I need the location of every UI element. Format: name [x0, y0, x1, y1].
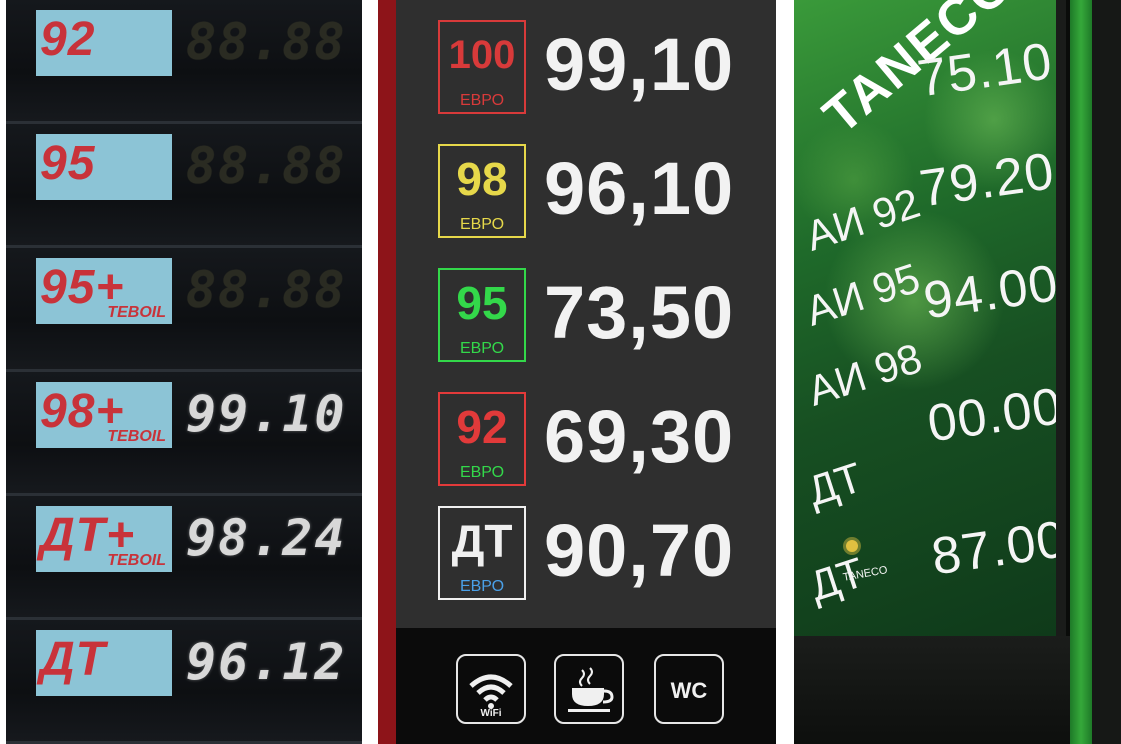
fuel-row-98: 98 ЕВРО 96,10	[396, 134, 776, 258]
fuel-row-100: 100 ЕВРО 99,10	[396, 10, 776, 134]
wc-icon: WC	[654, 654, 724, 724]
fuel-row-95: 95 ЕВРО 73,50	[396, 258, 776, 382]
fuel-grade: ДТ	[451, 515, 513, 567]
fuel-badge: 95 ЕВРО	[438, 268, 526, 362]
fuel-grade: 95	[456, 277, 508, 329]
fuel-price-dt-taneco: 87.00	[928, 510, 1071, 587]
fuel-label: 92	[36, 10, 172, 76]
fuel-price: 98.24	[186, 509, 347, 567]
coffee-cup-icon	[554, 654, 624, 724]
fuel-row-95: 95 88.88	[6, 124, 362, 248]
fuel-grade-ai95: АИ 95	[800, 253, 926, 335]
fuel-badge: 92 ЕВРО	[438, 392, 526, 486]
fuel-row-95-plus: 95+ TEBOIL 88.88	[6, 248, 362, 372]
screen-frame	[1056, 0, 1066, 744]
fuel-badge: 98 ЕВРО	[438, 144, 526, 238]
red-side-bar	[378, 0, 396, 744]
evro-label: ЕВРО	[459, 92, 505, 109]
brand-sublabel: TEBOIL	[107, 552, 166, 569]
fuel-row-92: 92 88.88	[6, 0, 362, 124]
coffee-cup-symbol	[568, 667, 614, 712]
fuel-price: 99,10	[544, 23, 735, 106]
fuel-row-92: 92 ЕВРО 69,30	[396, 382, 776, 506]
wifi-icon: WiFi	[456, 654, 526, 724]
fuel-badge: 100 ЕВРО	[438, 20, 526, 114]
fuel-label: ДТ+ TEBOIL	[36, 506, 172, 572]
fuel-label: 95+ TEBOIL	[36, 258, 172, 324]
fuel-grade: ДТ	[40, 633, 106, 686]
fuel-grade-ai98: АИ 98	[802, 333, 928, 415]
fuel-price: 88.88	[186, 137, 347, 195]
evro-label: ЕВРО	[459, 216, 505, 233]
evro-label: ЕВРО	[459, 340, 505, 357]
fuel-grade: 92	[40, 13, 96, 66]
fuel-price: 96,10	[544, 147, 735, 230]
evro-label: ЕВРО	[459, 578, 505, 595]
fuel-badge: ДТ ЕВРО	[438, 506, 526, 600]
taneco-price-board: TANECO АИ 92 75.10 АИ 95 79.20 АИ 98 94.…	[794, 0, 1121, 744]
pylon-edge	[1092, 0, 1121, 744]
green-screen: TANECO АИ 92 75.10 АИ 95 79.20 АИ 98 94.…	[794, 0, 1070, 636]
fuel-price: 73,50	[544, 271, 735, 354]
evro-label: ЕВРО	[459, 464, 505, 481]
fuel-grade-ai92: АИ 92	[800, 178, 926, 260]
led-price-board: 100 ЕВРО 99,10 98 ЕВРО 96,10 95 ЕВРО 73,…	[378, 0, 776, 744]
amenities-strip: WiFi WC	[396, 628, 776, 744]
wifi-label: WiFi	[480, 708, 502, 719]
fuel-row-98-plus: 98+ TEBOIL 99.10	[6, 372, 362, 496]
fuel-grade: 95	[40, 137, 96, 190]
green-stripe	[1070, 0, 1092, 744]
teboil-price-board: 92 88.88 95 88.88 95+ TEBOIL 88.88 98+ T…	[6, 0, 362, 744]
fuel-label: ДТ	[36, 630, 172, 696]
pylon-base	[794, 636, 1070, 744]
fuel-price: 69,30	[544, 395, 735, 478]
fuel-grade: 100	[448, 33, 516, 77]
fuel-row-dt: ДТ 96.12	[6, 620, 362, 744]
brand-sublabel: TEBOIL	[107, 304, 166, 321]
fuel-grade: 98	[456, 153, 508, 205]
fuel-price: 96.12	[186, 633, 347, 691]
fuel-row-dt: ДТ ЕВРО 90,70	[396, 496, 776, 620]
sun-logo-icon	[846, 540, 858, 552]
fuel-price: 88.88	[186, 13, 347, 71]
fuel-price: 90,70	[544, 509, 735, 592]
wc-label: WC	[670, 678, 708, 703]
fuel-label: 95	[36, 134, 172, 200]
fuel-price: 99.10	[186, 385, 347, 443]
fuel-label: 98+ TEBOIL	[36, 382, 172, 448]
fuel-grade: 92	[456, 401, 508, 453]
fuel-price-ai98: 94.00	[920, 254, 1063, 331]
fuel-price-ai95: 79.20	[916, 142, 1059, 219]
led-screen: 100 ЕВРО 99,10 98 ЕВРО 96,10 95 ЕВРО 73,…	[396, 0, 776, 628]
fuel-price-dt: 00.00	[924, 377, 1067, 454]
fuel-grade-dt: ДТ	[802, 453, 868, 515]
fuel-price: 88.88	[186, 261, 347, 319]
brand-sublabel: TEBOIL	[107, 428, 166, 445]
fuel-row-dt-plus: ДТ+ TEBOIL 98.24	[6, 496, 362, 620]
